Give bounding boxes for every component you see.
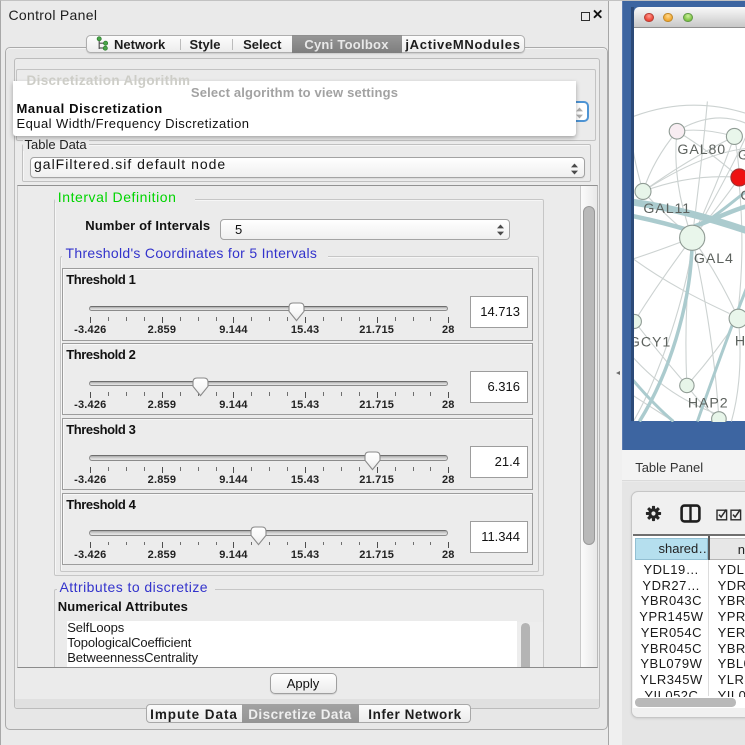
svg-text:GAL7: GAL7 xyxy=(737,147,745,163)
svg-text:HI: HI xyxy=(734,333,745,349)
svg-text:GAL80: GAL80 xyxy=(677,142,726,158)
svg-text:HAP2: HAP2 xyxy=(687,395,728,411)
svg-text:GAL4: GAL4 xyxy=(693,251,733,267)
svg-text:CR: CR xyxy=(740,188,745,204)
svg-text:GCY1: GCY1 xyxy=(634,334,671,350)
svg-text:GAL11: GAL11 xyxy=(643,201,691,217)
